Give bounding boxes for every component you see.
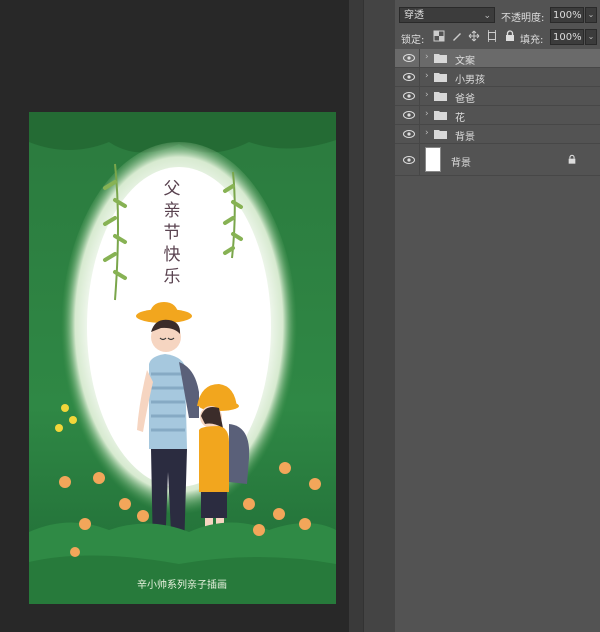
move-icon[interactable] [468,30,480,42]
eye-icon[interactable] [403,73,415,81]
layer-group-baba[interactable]: › 爸爸 [395,87,600,106]
layer-name: 爸爸 [455,94,475,105]
title-char: 快 [164,245,181,265]
layer-separator [419,106,420,124]
chevron-right-icon[interactable]: › [425,71,429,81]
collapsed-panel-strip[interactable] [363,0,396,632]
artboard-icon[interactable] [486,30,498,42]
chevron-right-icon[interactable]: › [425,52,429,62]
opacity-input[interactable]: 100% [550,7,584,23]
layer-name: 小男孩 [455,75,485,86]
document-canvas[interactable]: 父 亲 节 快 乐 辛小帅系列亲子插画 [0,0,349,632]
brush-icon[interactable] [451,30,463,42]
eye-icon[interactable] [403,92,415,100]
chevron-down-icon: ⌄ [483,11,491,21]
layer-name: 文案 [455,56,475,67]
blend-mode-value: 穿透 [404,10,424,21]
eye-icon[interactable] [403,54,415,62]
folder-icon [434,92,447,101]
title-char: 乐 [164,267,181,287]
layer-group-xiaonanhai[interactable]: › 小男孩 [395,68,600,87]
lock-transparent-icon[interactable] [433,30,445,42]
eye-icon[interactable] [403,156,415,164]
layer-separator [419,125,420,143]
chevron-right-icon[interactable]: › [425,109,429,119]
layer-name: 花 [455,113,465,124]
fill-dropdown-button[interactable]: ⌄ [585,29,597,45]
layer-thumbnail [425,147,441,172]
lock-icon [568,154,576,164]
layer-background[interactable]: 背景 [395,144,600,176]
poster-artwork: 父 亲 节 快 乐 辛小帅系列亲子插画 [29,112,336,604]
opacity-dropdown-button[interactable]: ⌄ [585,7,597,23]
folder-icon [434,73,447,82]
panel-divider [349,0,363,632]
opacity-label: 不透明度: [501,13,545,24]
layer-group-wenan[interactable]: › 文案 [395,49,600,68]
layer-name: 背景 [455,132,475,143]
eye-icon[interactable] [403,111,415,119]
layer-group-hua[interactable]: › 花 [395,106,600,125]
chevron-right-icon[interactable]: › [425,90,429,100]
blend-mode-select[interactable]: 穿透 ⌄ [399,7,495,23]
folder-icon [434,54,447,63]
eye-icon[interactable] [403,130,415,138]
lock-row: 锁定: 填充: 100% ⌄ [395,28,600,48]
layer-name: 背景 [451,158,471,169]
poster-credit: 辛小帅系列亲子插画 [137,578,227,591]
title-char: 节 [164,223,181,243]
fill-input[interactable]: 100% [550,29,584,45]
title-char: 亲 [164,201,181,221]
folder-icon [434,111,447,120]
chevron-right-icon[interactable]: › [425,128,429,138]
blend-row: 穿透 ⌄ 不透明度: 100% ⌄ [395,4,600,26]
layer-group-beijing[interactable]: › 背景 [395,125,600,144]
fill-label: 填充: [520,35,544,46]
layer-separator [419,68,420,86]
layer-separator [419,144,420,175]
lock-label: 锁定: [401,35,425,46]
layer-separator [419,49,420,67]
layers-panel: 穿透 ⌄ 不透明度: 100% ⌄ 锁定: 填充: 100% ⌄ › 文案 › … [395,0,600,632]
layer-separator [419,87,420,105]
lock-icon[interactable] [504,30,516,42]
folder-icon [434,130,447,139]
title-char: 父 [164,179,181,199]
